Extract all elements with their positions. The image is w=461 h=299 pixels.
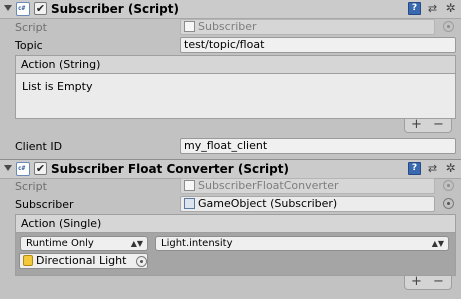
script-label: Script [15,180,47,193]
help-book-icon[interactable]: ? [408,162,421,175]
script-field-value: SubscriberFloatConverter [198,179,339,192]
script-icon-label: c# [18,165,26,172]
presets-icon[interactable]: ⇄ [426,2,439,15]
target-object-value: Directional Light [36,254,127,267]
event-list-body: List is Empty [15,73,456,119]
enabled-checkbox[interactable]: ✔ [34,162,47,175]
subscriber-object-value: GameObject (Subscriber) [198,197,338,210]
gameobject-icon [184,198,195,209]
component-title: Subscriber Float Converter (Script) [51,162,289,176]
enabled-checkbox[interactable]: ✔ [34,2,47,15]
client-id-input[interactable]: my_float_client [180,138,456,154]
cs-script-icon: c# [16,2,30,16]
list-add-remove: + − [404,118,452,133]
client-id-label: Client ID [15,140,63,153]
target-object-field[interactable]: Directional Light [19,253,148,269]
converter-component-header[interactable]: c# ✔ Subscriber Float Converter (Script)… [0,159,461,179]
function-value: Light.intensity [161,238,233,249]
subscriber-object-field[interactable]: GameObject (Subscriber) [180,196,435,212]
script-file-icon [184,21,195,32]
event-header: Action (String) [15,55,456,73]
dropdown-arrows-icon: ▲▼ [130,239,143,248]
script-file-icon [184,180,195,191]
add-button[interactable]: + [411,275,422,288]
foldout-arrow-icon[interactable] [4,165,12,171]
cs-script-icon: c# [16,162,30,176]
runtime-mode-value: Runtime Only [26,238,94,249]
topic-label: Topic [15,39,43,52]
help-book-icon[interactable]: ? [408,2,421,15]
object-picker-icon[interactable] [443,198,454,209]
object-picker-icon [443,21,454,32]
script-field-value: Subscriber [198,20,257,33]
list-empty-text: List is Empty [22,80,93,93]
subscriber-label: Subscriber [15,198,74,211]
light-icon [23,255,33,266]
presets-icon[interactable]: ⇄ [426,162,439,175]
script-icon-label: c# [18,5,26,12]
foldout-arrow-icon[interactable] [4,5,12,11]
topic-input[interactable]: test/topic/float [180,37,456,53]
script-label: Script [15,21,47,34]
remove-button[interactable]: − [433,275,444,288]
object-picker-icon [443,180,454,191]
list-add-remove: + − [404,275,452,290]
script-field: SubscriberFloatConverter [180,178,435,194]
runtime-mode-dropdown[interactable]: Runtime Only ▲▼ [20,236,148,251]
subscriber-component-header[interactable]: c# ✔ Subscriber (Script) ? ⇄ ✲ [0,0,461,19]
function-dropdown[interactable]: Light.intensity ▲▼ [155,236,449,251]
dropdown-arrows-icon: ▲▼ [431,239,444,248]
remove-button[interactable]: − [433,118,444,131]
component-title: Subscriber (Script) [51,2,179,16]
event-header: Action (Single) [15,214,456,232]
gear-icon[interactable]: ✲ [444,2,457,15]
gear-icon[interactable]: ✲ [444,162,457,175]
script-field: Subscriber [180,19,435,35]
object-picker-icon[interactable] [136,256,147,267]
add-button[interactable]: + [411,118,422,131]
